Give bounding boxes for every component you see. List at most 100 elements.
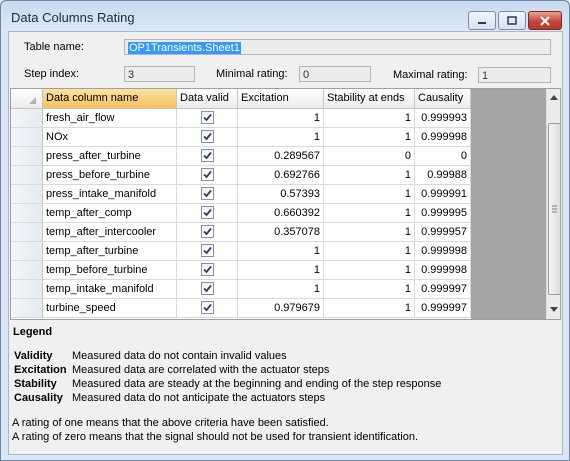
maximal-rating-field[interactable]: 1	[478, 67, 551, 83]
cell-excitation[interactable]: 0.357078	[238, 223, 324, 242]
table-row[interactable]: press_after_turbine 0.289567 0 0	[11, 147, 471, 166]
row-header[interactable]	[11, 261, 43, 280]
table-row[interactable]: press_before_turbine 0.692766 1 0.99988	[11, 166, 471, 185]
data-valid-checkbox[interactable]	[200, 111, 214, 124]
cell-excitation[interactable]: 0.692766	[238, 166, 324, 185]
cell-stability[interactable]: 1	[324, 185, 415, 204]
cell-stability[interactable]: 1	[324, 280, 415, 299]
maximize-button[interactable]	[498, 11, 526, 30]
row-header[interactable]	[11, 147, 43, 166]
cell-causality[interactable]: 0.999997	[415, 299, 471, 318]
cell-excitation[interactable]: 1	[238, 261, 324, 280]
scroll-down-arrow[interactable]	[547, 301, 560, 317]
table-row[interactable]: NOx 1 1 0.999998	[11, 128, 471, 147]
data-valid-checkbox[interactable]	[200, 263, 214, 276]
cell-causality[interactable]: 0	[415, 147, 471, 166]
cell-name[interactable]: temp_after_comp	[43, 204, 177, 223]
row-header[interactable]	[11, 166, 43, 185]
row-header[interactable]	[11, 299, 43, 318]
row-header[interactable]	[11, 223, 43, 242]
legend-item: Stability Measured data are steady at the…	[14, 378, 441, 390]
vertical-scrollbar[interactable]	[546, 89, 560, 319]
row-header[interactable]	[11, 128, 43, 147]
dialog-window: Data Columns Rating Table name: OP1Trans…	[0, 0, 570, 461]
scroll-up-arrow[interactable]	[547, 89, 560, 105]
cell-excitation[interactable]: 1	[238, 109, 324, 128]
cell-name[interactable]: fresh_air_flow	[43, 109, 177, 128]
cell-stability[interactable]: 1	[324, 242, 415, 261]
cell-name[interactable]: temp_intake_manifold	[43, 280, 177, 299]
data-valid-checkbox[interactable]	[200, 282, 214, 295]
col-header-name[interactable]: Data column name	[43, 89, 177, 109]
table-row[interactable]: temp_after_intercooler 0.357078 1 0.999957	[11, 223, 471, 242]
cell-name[interactable]: temp_after_intercooler	[43, 223, 177, 242]
cell-name[interactable]: NOx	[43, 128, 177, 147]
data-valid-checkbox[interactable]	[200, 149, 214, 162]
cell-excitation[interactable]: 1	[238, 242, 324, 261]
scroll-down-icon	[550, 306, 558, 312]
close-button[interactable]	[528, 11, 562, 30]
minimize-button[interactable]	[468, 11, 496, 30]
table-row[interactable]: press_intake_manifold 0.57393 1 0.999991	[11, 185, 471, 204]
data-valid-checkbox[interactable]	[200, 130, 214, 143]
maximal-rating-label: Maximal rating:	[393, 69, 468, 81]
table-row[interactable]: fresh_air_flow 1 1 0.999993	[11, 109, 471, 128]
cell-stability[interactable]: 1	[324, 261, 415, 280]
data-valid-checkbox[interactable]	[200, 206, 214, 219]
scroll-thumb[interactable]	[548, 123, 560, 295]
cell-causality[interactable]: 0.999998	[415, 261, 471, 280]
cell-name[interactable]: press_before_turbine	[43, 166, 177, 185]
table-name-field[interactable]: OP1Transients.Sheet1	[124, 39, 551, 55]
close-icon	[540, 15, 550, 26]
table-row[interactable]: turbine_speed 0.979679 1 0.999997	[11, 299, 471, 318]
cell-excitation[interactable]: 0.979679	[238, 299, 324, 318]
row-header[interactable]	[11, 109, 43, 128]
col-header-causality[interactable]: Causality	[415, 89, 471, 109]
row-header[interactable]	[11, 280, 43, 299]
row-header[interactable]	[11, 185, 43, 204]
cell-stability[interactable]: 0	[324, 147, 415, 166]
col-header-excitation[interactable]: Excitation	[238, 89, 324, 109]
cell-name[interactable]: press_intake_manifold	[43, 185, 177, 204]
minimal-rating-field[interactable]: 0	[299, 66, 371, 82]
cell-stability[interactable]: 1	[324, 109, 415, 128]
grid-corner-header[interactable]	[11, 89, 43, 109]
cell-stability[interactable]: 1	[324, 128, 415, 147]
cell-name[interactable]: temp_after_turbine	[43, 242, 177, 261]
col-header-valid[interactable]: Data valid	[177, 89, 238, 109]
row-header[interactable]	[11, 242, 43, 261]
cell-excitation[interactable]: 1	[238, 128, 324, 147]
cell-name[interactable]: turbine_speed	[43, 299, 177, 318]
data-valid-checkbox[interactable]	[200, 301, 214, 314]
data-valid-checkbox[interactable]	[200, 244, 214, 257]
cell-causality[interactable]: 0.99988	[415, 166, 471, 185]
cell-causality[interactable]: 0.999998	[415, 242, 471, 261]
data-valid-checkbox[interactable]	[200, 225, 214, 238]
row-header[interactable]	[11, 204, 43, 223]
table-row[interactable]: temp_intake_manifold 1 1 0.999997	[11, 280, 471, 299]
cell-stability[interactable]: 1	[324, 204, 415, 223]
cell-causality[interactable]: 0.999957	[415, 223, 471, 242]
cell-excitation[interactable]: 1	[238, 280, 324, 299]
cell-name[interactable]: press_after_turbine	[43, 147, 177, 166]
cell-excitation[interactable]: 0.660392	[238, 204, 324, 223]
table-row[interactable]: temp_before_turbine 1 1 0.999998	[11, 261, 471, 280]
table-row[interactable]: temp_after_comp 0.660392 1 0.999995	[11, 204, 471, 223]
cell-excitation[interactable]: 0.57393	[238, 185, 324, 204]
cell-causality[interactable]: 0.999991	[415, 185, 471, 204]
checkmark-icon	[202, 284, 212, 293]
cell-causality[interactable]: 0.999995	[415, 204, 471, 223]
data-valid-checkbox[interactable]	[200, 187, 214, 200]
cell-stability[interactable]: 1	[324, 223, 415, 242]
data-valid-checkbox[interactable]	[200, 168, 214, 181]
cell-name[interactable]: temp_before_turbine	[43, 261, 177, 280]
cell-causality[interactable]: 0.999998	[415, 128, 471, 147]
step-index-field[interactable]: 3	[124, 66, 195, 82]
cell-excitation[interactable]: 0.289567	[238, 147, 324, 166]
table-row[interactable]: temp_after_turbine 1 1 0.999998	[11, 242, 471, 261]
cell-stability[interactable]: 1	[324, 299, 415, 318]
cell-stability[interactable]: 1	[324, 166, 415, 185]
cell-causality[interactable]: 0.999993	[415, 109, 471, 128]
cell-causality[interactable]: 0.999997	[415, 280, 471, 299]
col-header-stability[interactable]: Stability at ends	[324, 89, 415, 109]
